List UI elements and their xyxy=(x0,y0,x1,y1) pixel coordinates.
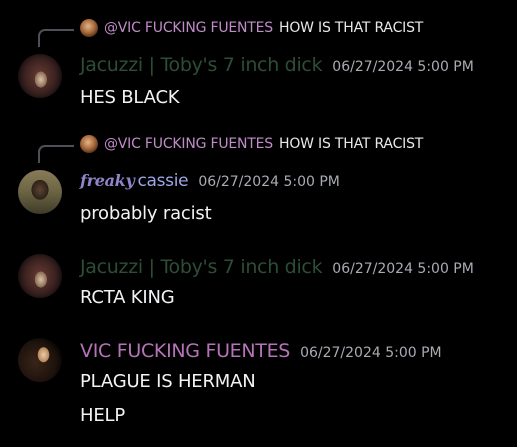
chat-message-list: @VIC FUCKING FUENTES HOW IS THAT RACIST … xyxy=(0,0,517,447)
author-name-prefix[interactable]: freaky xyxy=(80,171,135,190)
user-avatar[interactable] xyxy=(18,254,62,298)
message-timestamp: 06/27/2024 5:00 PM xyxy=(300,345,442,361)
reply-text: HOW IS THAT RACIST xyxy=(279,20,424,36)
message-text: probably racist xyxy=(80,203,212,224)
author-name[interactable]: Jacuzzi | Toby's 7 inch dick xyxy=(80,256,323,278)
message-timestamp: 06/27/2024 5:00 PM xyxy=(198,174,340,190)
reply-preview[interactable]: @VIC FUCKING FUENTES HOW IS THAT RACIST xyxy=(80,18,423,38)
reply-connector xyxy=(38,29,74,47)
user-avatar[interactable] xyxy=(18,338,62,382)
message-timestamp: 06/27/2024 5:00 PM xyxy=(332,261,474,277)
reply-author[interactable]: @VIC FUCKING FUENTES xyxy=(104,136,273,152)
message-text: PLAGUE IS HERMAN xyxy=(80,371,256,392)
message-text: HELP xyxy=(80,405,125,426)
message-header: Jacuzzi | Toby's 7 inch dick 06/27/2024 … xyxy=(80,256,474,282)
author-name[interactable]: cassie xyxy=(137,171,188,191)
reply-preview[interactable]: @VIC FUCKING FUENTES HOW IS THAT RACIST xyxy=(80,134,423,154)
author-name[interactable]: VIC FUCKING FUENTES xyxy=(80,340,290,362)
reply-text: HOW IS THAT RACIST xyxy=(279,136,424,152)
message-text: HES BLACK xyxy=(80,87,180,108)
reply-avatar-icon xyxy=(80,19,98,37)
message-text: RCTA KING xyxy=(80,287,175,308)
reply-avatar-icon xyxy=(80,135,98,153)
message-header: VIC FUCKING FUENTES 06/27/2024 5:00 PM xyxy=(80,340,442,366)
author-name[interactable]: Jacuzzi | Toby's 7 inch dick xyxy=(80,54,323,76)
reply-connector xyxy=(38,145,74,163)
message-header: freaky cassie 06/27/2024 5:00 PM xyxy=(80,171,340,197)
message-header: Jacuzzi | Toby's 7 inch dick 06/27/2024 … xyxy=(80,54,474,80)
user-avatar[interactable] xyxy=(18,170,62,214)
reply-author[interactable]: @VIC FUCKING FUENTES xyxy=(104,20,273,36)
message-timestamp: 06/27/2024 5:00 PM xyxy=(332,59,474,75)
user-avatar[interactable] xyxy=(18,54,62,98)
